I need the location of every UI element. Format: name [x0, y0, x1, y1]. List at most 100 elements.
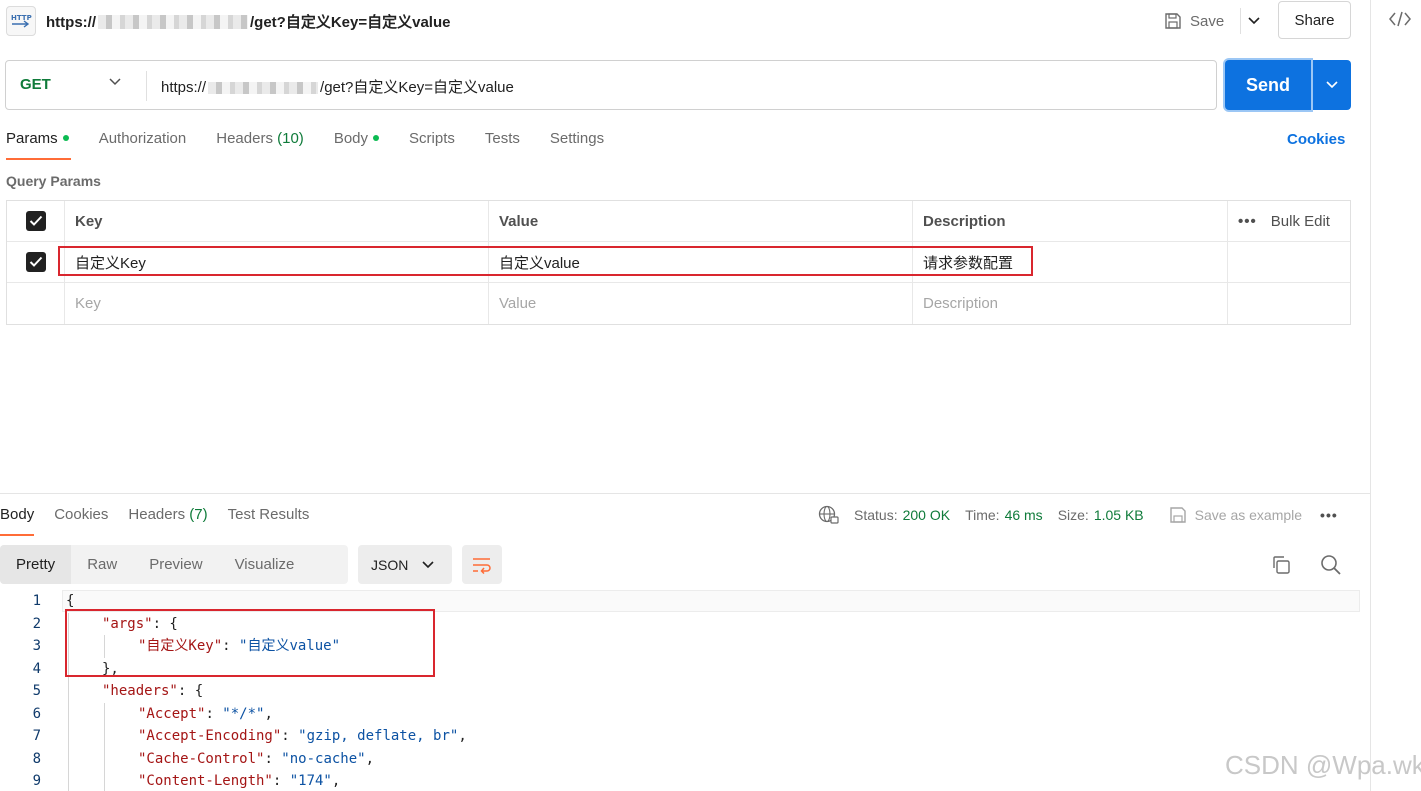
chevron-down-icon [1326, 81, 1338, 89]
tab-headers[interactable]: Headers (10) [216, 130, 304, 160]
tab-scripts[interactable]: Scripts [409, 130, 455, 160]
code-text: "Accept": "*/*", [138, 703, 273, 725]
select-all-checkbox[interactable] [7, 201, 64, 241]
copy-icon[interactable] [1271, 555, 1291, 575]
more-options-icon[interactable]: ••• [1238, 213, 1257, 230]
code-icon[interactable] [1389, 10, 1411, 28]
tab-response-cookies[interactable]: Cookies [54, 506, 108, 536]
tab-body[interactable]: Body [334, 130, 380, 160]
code-line: 8 "Cache-Control": "no-cache", [0, 748, 1360, 771]
json-string: "174" [289, 773, 332, 789]
code-line: 7 "Accept-Encoding": "gzip, deflate, br", [0, 725, 1360, 748]
tab-settings[interactable]: Settings [550, 130, 604, 160]
save-icon [1169, 507, 1186, 523]
response-status-bar: Status: 200 OK Time: 46 ms Size: 1.05 KB Sa… [818, 504, 1338, 526]
json-string: "*/*" [222, 705, 265, 722]
save-button[interactable]: Save [1164, 8, 1224, 34]
line-number: 8 [32, 750, 41, 767]
row-actions-cell [1227, 283, 1352, 324]
param-key-input[interactable]: Key [64, 283, 488, 324]
save-icon [1165, 13, 1181, 29]
search-icon[interactable] [1320, 554, 1342, 576]
active-dot [373, 135, 380, 141]
json-key: "Accept" [138, 705, 206, 722]
json-key: "Cache-Control" [138, 750, 265, 767]
json-punctuation: : [264, 750, 282, 767]
redacted-host [98, 15, 248, 29]
code-line: 6 "Accept": "*/*", [0, 703, 1360, 726]
code-text: "Content-Length": "174", [138, 770, 340, 791]
json-string: "gzip, deflate, br" [298, 728, 459, 744]
line-number: 9 [32, 773, 41, 789]
column-header-key: Key [64, 201, 488, 241]
tab-test-results[interactable]: Test Results [228, 506, 310, 536]
response-tabs: Body Cookies Headers (7) Test Results [0, 506, 329, 536]
column-header-description: Description [912, 201, 1227, 241]
json-string: "no-cache" [281, 750, 366, 767]
table-row-empty: Key Value Description [7, 283, 1350, 324]
code-line: 5 "headers": { [0, 680, 1360, 703]
line-number: 7 [32, 728, 41, 744]
check-icon [29, 256, 42, 267]
tab-tests[interactable]: Tests [485, 130, 520, 160]
chevron-down-icon[interactable] [109, 78, 121, 86]
line-number: 6 [32, 705, 41, 722]
right-sidebar [1370, 0, 1421, 791]
row-actions-cell [1227, 242, 1352, 282]
active-dot [62, 135, 69, 141]
share-button[interactable]: Share [1278, 1, 1351, 39]
line-number: 5 [32, 683, 41, 699]
line-number: 2 [32, 615, 41, 632]
tab-response-body[interactable]: Body [0, 506, 35, 536]
checkbox-checked[interactable] [25, 252, 46, 272]
check-icon [29, 215, 42, 226]
divider [146, 71, 147, 101]
json-punctuation: : { [177, 683, 204, 699]
tab-response-headers[interactable]: Headers (7) [128, 506, 207, 536]
wrap-lines-button[interactable] [462, 545, 502, 584]
watermark: CSDN @Wpa.wk [1225, 750, 1421, 780]
json-punctuation: , [458, 728, 467, 744]
format-select[interactable]: JSON [358, 545, 452, 584]
view-raw[interactable]: Raw [71, 545, 133, 584]
json-punctuation: , [365, 750, 375, 767]
response-time[interactable]: 46 ms [1005, 507, 1043, 523]
view-pretty[interactable]: Pretty [0, 545, 72, 584]
param-value-input[interactable]: Value [488, 283, 912, 324]
code-text: "Cache-Control": "no-cache", [138, 748, 374, 770]
json-key: "headers" [102, 683, 178, 699]
json-punctuation: : [272, 773, 290, 789]
tab-authorization[interactable]: Authorization [99, 130, 187, 160]
status-code[interactable]: 200 OK [903, 507, 950, 523]
bulk-edit-button[interactable]: Bulk Edit [1271, 213, 1330, 230]
method-select[interactable]: GET [20, 76, 51, 93]
json-key: "Content-Length" [138, 773, 273, 789]
row-checkbox[interactable] [7, 242, 64, 282]
url-input[interactable]: https:///get?自定义Key=自定义value [161, 76, 514, 97]
view-visualize[interactable]: Visualize [219, 545, 311, 584]
table-header-row: Key Value Description ••• Bulk Edit [7, 201, 1350, 242]
json-punctuation: : [281, 728, 299, 744]
save-as-example-button[interactable]: Save as example [1169, 506, 1302, 524]
chevron-down-icon [422, 560, 434, 568]
request-tabs: Params Authorization Headers (10) Body S… [6, 130, 634, 160]
tab-params[interactable]: Params [6, 130, 71, 160]
http-request-icon: HTTP [6, 6, 36, 36]
checkbox-checked[interactable] [25, 211, 46, 231]
request-title[interactable]: https:///get?自定义Key=自定义value [46, 11, 450, 32]
view-mode-toggle: Pretty Raw Preview Visualize [0, 545, 348, 584]
url-bar: GET https:///get?自定义Key=自定义value [5, 60, 1217, 110]
json-punctuation: { [66, 593, 75, 609]
panel-divider[interactable] [0, 493, 1370, 494]
more-options-icon[interactable]: ••• [1320, 507, 1338, 523]
request-header-bar: HTTP https:///get?自定义Key=自定义value Save S… [0, 0, 1370, 44]
view-preview[interactable]: Preview [133, 545, 218, 584]
send-button[interactable]: Send [1225, 60, 1311, 110]
globe-lock-icon[interactable] [818, 505, 840, 525]
param-description-input[interactable]: Description [912, 283, 1227, 324]
save-options-button[interactable] [1240, 8, 1266, 34]
cookies-link[interactable]: Cookies [1287, 131, 1345, 148]
response-size[interactable]: 1.05 KB [1094, 507, 1144, 523]
line-number: 4 [32, 660, 41, 677]
send-options-button[interactable] [1313, 60, 1351, 110]
